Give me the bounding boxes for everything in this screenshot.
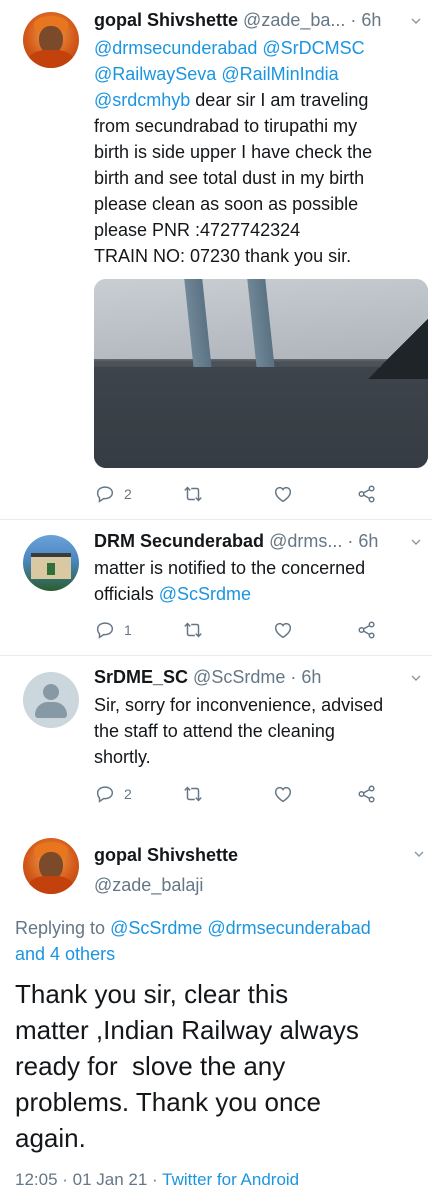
- author-handle[interactable]: @zade_balaji: [94, 874, 203, 896]
- avatar[interactable]: [23, 672, 79, 728]
- tweet-text: @drmsecunderabad @SrDCMSC @RailwaySeva @…: [94, 35, 424, 269]
- text-line: Thank you sir, clear this: [15, 979, 289, 1009]
- timestamp[interactable]: 6h: [301, 667, 321, 687]
- reply-icon: [96, 786, 114, 803]
- author-name[interactable]: SrDME_SC: [94, 667, 188, 687]
- author-name[interactable]: gopal Shivshette: [94, 10, 238, 30]
- tweet-3[interactable]: SrDME_SC @ScSrdme · 6h Sir, sorry for in…: [0, 656, 432, 820]
- tweet-photo[interactable]: [94, 279, 428, 468]
- tweet-actions: 2: [94, 782, 424, 806]
- mention-link[interactable]: @drmsecunderabad: [202, 918, 370, 938]
- chevron-down-icon[interactable]: [414, 849, 424, 859]
- share-icon: [358, 485, 375, 503]
- tweet-text: Thank you sir, clear this matter ,Indian…: [15, 976, 425, 1156]
- share-button[interactable]: [356, 618, 378, 642]
- timestamp[interactable]: 6h: [358, 531, 378, 551]
- tweet-header: gopal Shivshette @zade_ba... · 6h: [94, 9, 381, 31]
- tweet-1[interactable]: gopal Shivshette @zade_ba... · 6h @drmse…: [0, 0, 432, 520]
- text-line: from secundrabad to tirupathi my: [94, 116, 358, 136]
- text-line: TRAIN NO: 07230 thank you sir.: [94, 246, 352, 266]
- author-handle[interactable]: @zade_ba...: [243, 10, 345, 30]
- text-line: the staff to attend the cleaning: [94, 721, 335, 741]
- reply-button[interactable]: 2: [94, 482, 132, 506]
- like-icon: [274, 622, 292, 639]
- source-link[interactable]: Twitter for Android: [162, 1170, 299, 1189]
- text-line: Sir, sorry for inconvenience, advised: [94, 695, 384, 715]
- reply-icon: [96, 622, 114, 639]
- like-button[interactable]: [272, 618, 294, 642]
- text-line: ready for slove the any: [15, 1051, 286, 1081]
- tweet-2[interactable]: DRM Secunderabad @drms... · 6h matter is…: [0, 520, 432, 656]
- like-button[interactable]: [272, 782, 294, 806]
- retweet-button[interactable]: [182, 482, 204, 506]
- text-segment: dear sir I am traveling: [190, 90, 369, 110]
- mention-line[interactable]: @drmsecunderabad @SrDCMSC: [94, 35, 424, 61]
- text-segment: officials: [94, 584, 159, 604]
- like-icon: [274, 786, 292, 803]
- others-link[interactable]: and 4 others: [15, 944, 115, 964]
- chevron-down-icon[interactable]: [411, 673, 421, 683]
- avatar[interactable]: [23, 535, 79, 591]
- author-handle[interactable]: @ScSrdme: [193, 667, 285, 687]
- retweet-button[interactable]: [182, 782, 204, 806]
- retweet-button[interactable]: [182, 618, 204, 642]
- avatar[interactable]: [23, 12, 79, 68]
- author-name[interactable]: gopal Shivshette: [94, 844, 238, 866]
- reply-count: 2: [124, 786, 132, 802]
- author-handle[interactable]: @drms...: [269, 531, 342, 551]
- tweet-actions: 1: [94, 618, 424, 642]
- text-line: matter is notified to the concerned: [94, 558, 366, 578]
- tweet-header: DRM Secunderabad @drms... · 6h: [94, 530, 378, 552]
- share-button[interactable]: [356, 482, 378, 506]
- share-button[interactable]: [356, 782, 378, 806]
- tweet-text: matter is notified to the concerned offi…: [94, 555, 424, 607]
- reply-button[interactable]: 1: [94, 618, 132, 642]
- timestamp[interactable]: 6h: [361, 10, 381, 30]
- text-line: please clean as soon as possible: [94, 194, 359, 214]
- retweet-icon: [184, 786, 202, 802]
- text-line: problems. Thank you once: [15, 1087, 321, 1117]
- share-icon: [358, 785, 375, 803]
- tweet-header: SrDME_SC @ScSrdme · 6h: [94, 666, 321, 688]
- mention-link[interactable]: @ScSrdme: [159, 584, 251, 604]
- reply-count: 1: [124, 622, 132, 638]
- share-icon: [358, 621, 375, 639]
- retweet-icon: [184, 622, 202, 638]
- mention-link[interactable]: @srdcmhyb: [94, 90, 190, 110]
- mention-line[interactable]: @RailwaySeva @RailMinIndia: [94, 61, 424, 87]
- chevron-down-icon[interactable]: [411, 16, 421, 26]
- tweet-text: Sir, sorry for inconvenience, advised th…: [94, 692, 424, 770]
- separator: ·: [342, 531, 359, 551]
- like-button[interactable]: [272, 482, 294, 506]
- reply-icon: [96, 486, 114, 503]
- reply-button[interactable]: 2: [94, 782, 132, 806]
- text-line: birth and see total dust in my birth: [94, 168, 365, 188]
- tweet-meta: 12:05 · 01 Jan 21 · Twitter for Android: [15, 1170, 299, 1190]
- like-icon: [274, 486, 292, 503]
- text-line: birth is side upper I have check the: [94, 142, 373, 162]
- text-line: matter ,Indian Railway always: [15, 1015, 359, 1045]
- separator: ·: [345, 10, 362, 30]
- text-line: please PNR :4727742324: [94, 220, 301, 240]
- chevron-down-icon[interactable]: [411, 537, 421, 547]
- separator: ·: [285, 667, 302, 687]
- replying-prefix: Replying to: [15, 918, 111, 938]
- tweet-actions: 2: [94, 482, 424, 506]
- retweet-icon: [184, 486, 202, 502]
- avatar[interactable]: [23, 838, 79, 894]
- text-line: again.: [15, 1123, 86, 1153]
- reply-count: 2: [124, 486, 132, 502]
- timestamp: 12:05 · 01 Jan 21 ·: [15, 1170, 163, 1189]
- mention-link[interactable]: @ScSrdme: [110, 918, 202, 938]
- replying-to: Replying to @ScSrdme @drmsecunderabad an…: [15, 915, 420, 967]
- author-name[interactable]: DRM Secunderabad: [94, 531, 264, 551]
- text-line: shortly.: [94, 747, 151, 767]
